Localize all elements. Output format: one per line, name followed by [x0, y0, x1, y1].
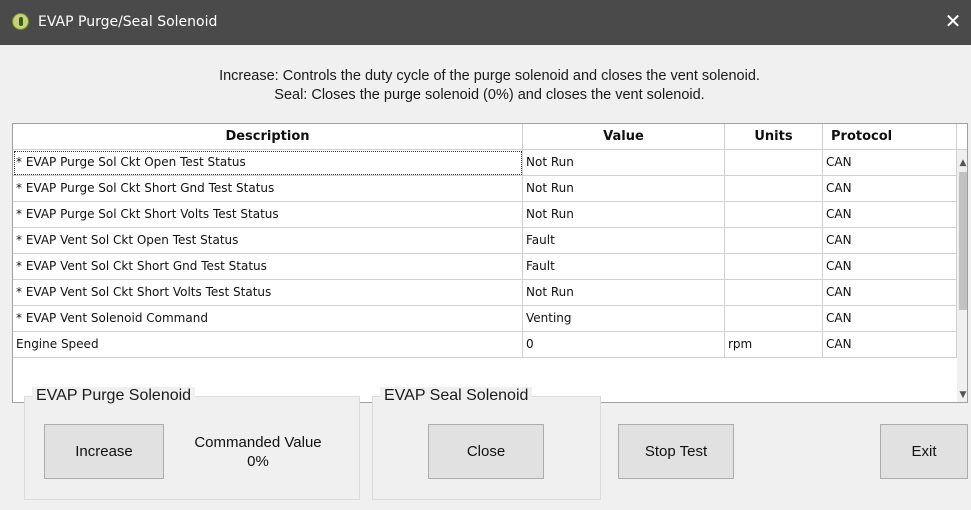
commanded-value-label: Commanded Value [194, 434, 322, 451]
cell-value: Fault [523, 254, 725, 280]
commanded-value: Commanded Value 0% [168, 433, 348, 471]
window-body: Increase: Controls the duty cycle of the… [8, 45, 971, 510]
instructions: Increase: Controls the duty cycle of the… [8, 67, 971, 105]
cell-description: * EVAP Vent Sol Ckt Short Volts Test Sta… [13, 280, 523, 306]
close-icon[interactable]: ✕ [943, 10, 963, 32]
cell-description: * EVAP Vent Sol Ckt Short Gnd Test Statu… [13, 254, 523, 280]
cell-description: * EVAP Purge Sol Ckt Open Test Status [13, 150, 523, 176]
cell-value: Venting [523, 306, 725, 332]
instructions-line-1: Increase: Controls the duty cycle of the… [219, 68, 760, 84]
cell-units [725, 202, 823, 228]
commanded-value-number: 0% [247, 453, 269, 470]
cell-protocol: CAN [823, 254, 957, 280]
cell-description: * EVAP Purge Sol Ckt Short Gnd Test Stat… [13, 176, 523, 202]
cell-protocol: CAN [823, 176, 957, 202]
increase-button[interactable]: Increase [44, 424, 164, 479]
data-grid[interactable]: Description Value Units Protocol * EVAP … [12, 123, 968, 403]
grid-header: Description Value Units Protocol [13, 124, 967, 150]
cell-units [725, 254, 823, 280]
app-icon [12, 13, 29, 30]
table-row[interactable]: * EVAP Vent Solenoid Command Venting CAN [13, 306, 957, 332]
column-header-protocol[interactable]: Protocol [823, 124, 957, 150]
column-header-description[interactable]: Description [13, 124, 523, 150]
cell-units [725, 280, 823, 306]
table-row[interactable]: * EVAP Vent Sol Ckt Short Volts Test Sta… [13, 280, 957, 306]
cell-description: * EVAP Vent Sol Ckt Open Test Status [13, 228, 523, 254]
cell-protocol: CAN [823, 228, 957, 254]
seal-group-title: EVAP Seal Solenoid [380, 387, 533, 405]
stop-test-button[interactable]: Stop Test [618, 424, 734, 479]
table-row[interactable]: Engine Speed 0 rpm CAN [13, 332, 957, 358]
table-row[interactable]: * EVAP Purge Sol Ckt Open Test Status No… [13, 150, 957, 176]
cell-units [725, 176, 823, 202]
table-row[interactable]: * EVAP Vent Sol Ckt Open Test Status Fau… [13, 228, 957, 254]
cell-description: * EVAP Purge Sol Ckt Short Volts Test St… [13, 202, 523, 228]
cell-value: Not Run [523, 280, 725, 306]
close-button[interactable]: Close [428, 424, 544, 479]
cell-description: * EVAP Vent Solenoid Command [13, 306, 523, 332]
cell-protocol: CAN [823, 332, 957, 358]
scroll-thumb[interactable] [959, 172, 967, 310]
cell-protocol: CAN [823, 306, 957, 332]
title-bar: EVAP Purge/Seal Solenoid ✕ [0, 0, 971, 45]
cell-protocol: CAN [823, 280, 957, 306]
cell-units: rpm [725, 332, 823, 358]
table-row[interactable]: * EVAP Purge Sol Ckt Short Gnd Test Stat… [13, 176, 957, 202]
cell-units [725, 150, 823, 176]
cell-protocol: CAN [823, 202, 957, 228]
cell-description: Engine Speed [13, 332, 523, 358]
cell-units [725, 228, 823, 254]
table-row[interactable]: * EVAP Purge Sol Ckt Short Volts Test St… [13, 202, 957, 228]
table-row[interactable]: * EVAP Vent Sol Ckt Short Gnd Test Statu… [13, 254, 957, 280]
window-frame [0, 45, 8, 510]
cell-value: Not Run [523, 202, 725, 228]
window-title: EVAP Purge/Seal Solenoid [38, 14, 218, 30]
cell-protocol: CAN [823, 150, 957, 176]
purge-group-title: EVAP Purge Solenoid [32, 387, 196, 405]
column-header-value[interactable]: Value [523, 124, 725, 150]
vertical-scrollbar[interactable]: ▲ ▼ [957, 150, 967, 402]
column-header-units[interactable]: Units [725, 124, 823, 150]
cell-units [725, 306, 823, 332]
cell-value: Fault [523, 228, 725, 254]
exit-button[interactable]: Exit [880, 424, 968, 479]
cell-value: 0 [523, 332, 725, 358]
cell-value: Not Run [523, 176, 725, 202]
instructions-line-2: Seal: Closes the purge solenoid (0%) and… [274, 87, 705, 103]
cell-value: Not Run [523, 150, 725, 176]
scroll-down-icon[interactable]: ▼ [957, 388, 967, 402]
scroll-up-icon[interactable]: ▲ [957, 156, 967, 170]
